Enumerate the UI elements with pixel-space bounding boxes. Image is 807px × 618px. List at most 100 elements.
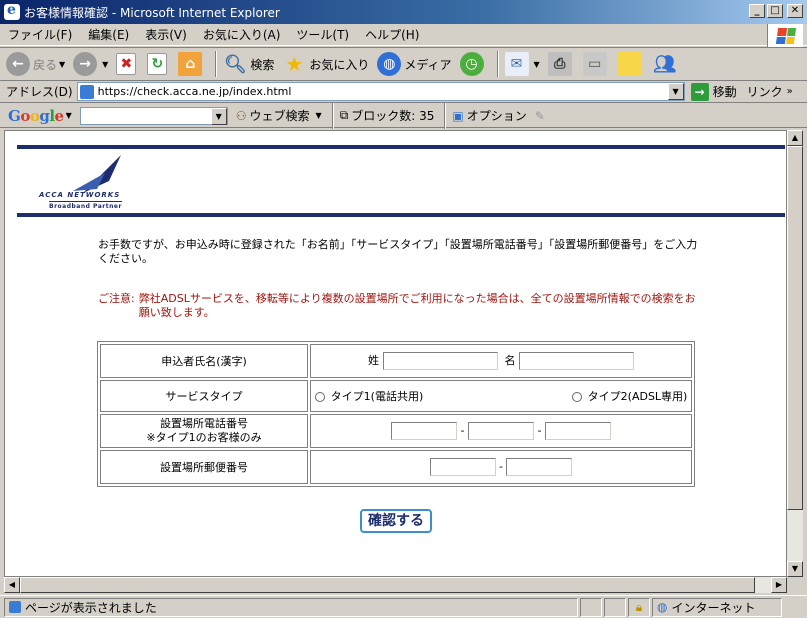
menu-tools[interactable]: ツール(T) <box>296 26 349 43</box>
google-toolbar: Google ▼ ▼ ⚇ ウェブ検索 ▼ ⧉ ブロック数: 35 ▣ オプション … <box>0 102 807 129</box>
note-icon <box>617 52 642 76</box>
status-message: ページが表示されました <box>4 597 578 617</box>
go-arrow-icon: → <box>690 82 709 101</box>
google-search-input[interactable]: ▼ <box>79 106 228 125</box>
popup-blocker-icon: ⧉ <box>339 108 349 122</box>
menu-edit[interactable]: 編集(E) <box>88 26 129 43</box>
mail-icon: ✉ <box>504 52 529 76</box>
edit-icon: ▭ <box>582 52 607 76</box>
type2-radio[interactable] <box>571 392 582 402</box>
type1-radio[interactable] <box>314 392 325 402</box>
messenger-button[interactable]: 👥︎ <box>653 52 680 76</box>
table-row: 申込者氏名(漢字) 姓 名 <box>100 344 692 378</box>
address-label: アドレス(D) <box>6 85 73 99</box>
scroll-down-icon[interactable]: ▼ <box>787 561 803 577</box>
search-icon: 🔍︎ <box>223 53 247 75</box>
first-name-input[interactable] <box>519 352 634 370</box>
bottom-rule <box>17 213 785 217</box>
refresh-button[interactable]: ↻ <box>147 53 170 75</box>
google-menu-caret-icon[interactable]: ▼ <box>66 111 72 120</box>
window-title: お客様情報確認 - Microsoft Internet Explorer <box>24 5 280 20</box>
logo-tagline: Broadband Partner <box>49 201 122 210</box>
menu-view[interactable]: 表示(V) <box>145 26 187 43</box>
caution-text: ご注意: 弊社ADSLサービスを、移転等により複数の設置場所でご利用になった場合… <box>98 292 696 319</box>
menu-bar: ファイル(F) 編集(E) 表示(V) お気に入り(A) ツール(T) ヘルプ(… <box>0 24 807 46</box>
options-icon: ▣ <box>452 108 464 123</box>
logo-wordmark: ACCA NETWORKS <box>39 191 121 199</box>
type1-option[interactable]: タイプ1(電話共用) <box>314 388 485 404</box>
horizontal-scroll-thumb[interactable] <box>20 577 755 593</box>
horizontal-scrollbar[interactable]: ◀ ▶ <box>4 577 787 593</box>
media-globe-icon: ◍ <box>377 52 402 76</box>
popup-blocker-button[interactable]: ⧉ ブロック数: 35 <box>340 107 435 124</box>
name-cell: 姓 名 <box>310 344 692 378</box>
vertical-scrollbar[interactable]: ▲ ▼ <box>787 130 803 577</box>
google-dropdown-button[interactable]: ▼ <box>210 107 227 125</box>
intro-text: お手数ですが、お申込み時に登録された「お名前」「サービスタイプ」「設置場所電話番… <box>98 238 698 265</box>
name-label: 申込者氏名(漢字) <box>100 344 308 378</box>
favorites-button[interactable]: ★ お気に入り <box>282 52 369 76</box>
forward-arrow-icon: → <box>73 52 98 76</box>
address-dropdown-button[interactable]: ▼ <box>667 83 684 100</box>
stop-button[interactable]: ✖ <box>116 53 139 75</box>
menu-help[interactable]: ヘルプ(H) <box>365 26 419 43</box>
page-done-icon <box>9 601 21 613</box>
printer-icon: ⎙ <box>547 52 572 76</box>
history-icon: ◷ <box>459 52 484 76</box>
standard-toolbar: ← 戻る ▼ → ▼ ✖ ↻ ⌂ 🔍︎ 検索 ★ お気に入り ◍ メディア ◷ ✉ ▼… <box>0 47 807 81</box>
status-bar: ページが表示されました 🔒︎ ◍ インターネット <box>0 595 807 618</box>
last-name-input[interactable] <box>382 352 498 370</box>
scroll-right-icon[interactable]: ▶ <box>771 577 787 593</box>
maximize-button[interactable]: □ <box>767 4 783 18</box>
star-icon: ★ <box>285 52 304 76</box>
confirm-button[interactable]: 確認する <box>360 509 432 533</box>
ie-icon <box>4 2 20 20</box>
chevron-right-icon[interactable]: » <box>787 86 793 97</box>
page-icon <box>79 84 94 99</box>
vertical-scroll-thumb[interactable] <box>787 146 803 510</box>
zip-input-1[interactable] <box>429 458 496 476</box>
address-url: https://check.acca.ne.jp/index.html <box>97 85 292 98</box>
phone-input-2[interactable] <box>468 422 534 440</box>
media-button[interactable]: ◍ メディア <box>377 52 452 76</box>
refresh-icon: ↻ <box>147 53 168 75</box>
home-button[interactable]: ⌂ <box>178 52 205 76</box>
menu-favorites[interactable]: お気に入り(A) <box>203 26 281 43</box>
home-icon: ⌂ <box>178 52 203 76</box>
lock-icon[interactable]: 🔒︎ <box>628 597 650 617</box>
close-button[interactable]: ✕ <box>787 4 803 18</box>
service-type-label: サービスタイプ <box>100 380 308 412</box>
print-button[interactable]: ⎙ <box>547 52 575 76</box>
menu-file[interactable]: ファイル(F) <box>8 26 72 43</box>
highlighter-icon[interactable]: ✎ <box>535 109 545 123</box>
google-logo[interactable]: Google <box>8 107 64 125</box>
binoculars-icon: ⚇ <box>235 108 247 123</box>
discuss-button[interactable] <box>617 52 645 76</box>
search-button[interactable]: 🔍︎ 検索 <box>223 52 274 76</box>
phone-input-3[interactable] <box>544 422 611 440</box>
mail-button[interactable]: ✉ ▼ <box>504 52 540 76</box>
zip-label: 設置場所郵便番号 <box>100 450 308 484</box>
address-input[interactable]: https://check.acca.ne.jp/index.html ▼ <box>76 82 685 101</box>
minimize-button[interactable]: _ <box>749 4 765 18</box>
internet-globe-icon: ◍ <box>657 600 668 614</box>
options-button[interactable]: ▣ オプション <box>452 107 526 124</box>
scroll-left-icon[interactable]: ◀ <box>4 577 20 593</box>
security-zone: ◍ インターネット <box>652 597 782 617</box>
stop-icon: ✖ <box>116 53 137 75</box>
messenger-icon: 👥︎ <box>653 53 677 75</box>
scroll-up-icon[interactable]: ▲ <box>787 130 803 146</box>
forward-button[interactable]: → ▼ <box>73 52 108 76</box>
web-search-button[interactable]: ⚇ ウェブ検索 ▼ <box>236 107 322 124</box>
windows-logo-icon <box>767 24 803 48</box>
table-row: 設置場所電話番号 ※タイプ1のお客様のみ - - <box>100 414 692 448</box>
phone-input-1[interactable] <box>391 422 458 440</box>
go-button[interactable]: → 移動 <box>690 82 737 101</box>
type2-option[interactable]: タイプ2(ADSL専用) <box>571 388 687 404</box>
edit-button[interactable]: ▭ <box>582 52 610 76</box>
back-button[interactable]: ← 戻る ▼ <box>6 52 65 76</box>
history-button[interactable]: ◷ <box>459 52 487 76</box>
zip-input-2[interactable] <box>506 458 573 476</box>
links-button[interactable]: リンク <box>747 83 783 100</box>
page-viewport: ACCA NETWORKS Broadband Partner お手数ですが、お… <box>4 130 787 577</box>
